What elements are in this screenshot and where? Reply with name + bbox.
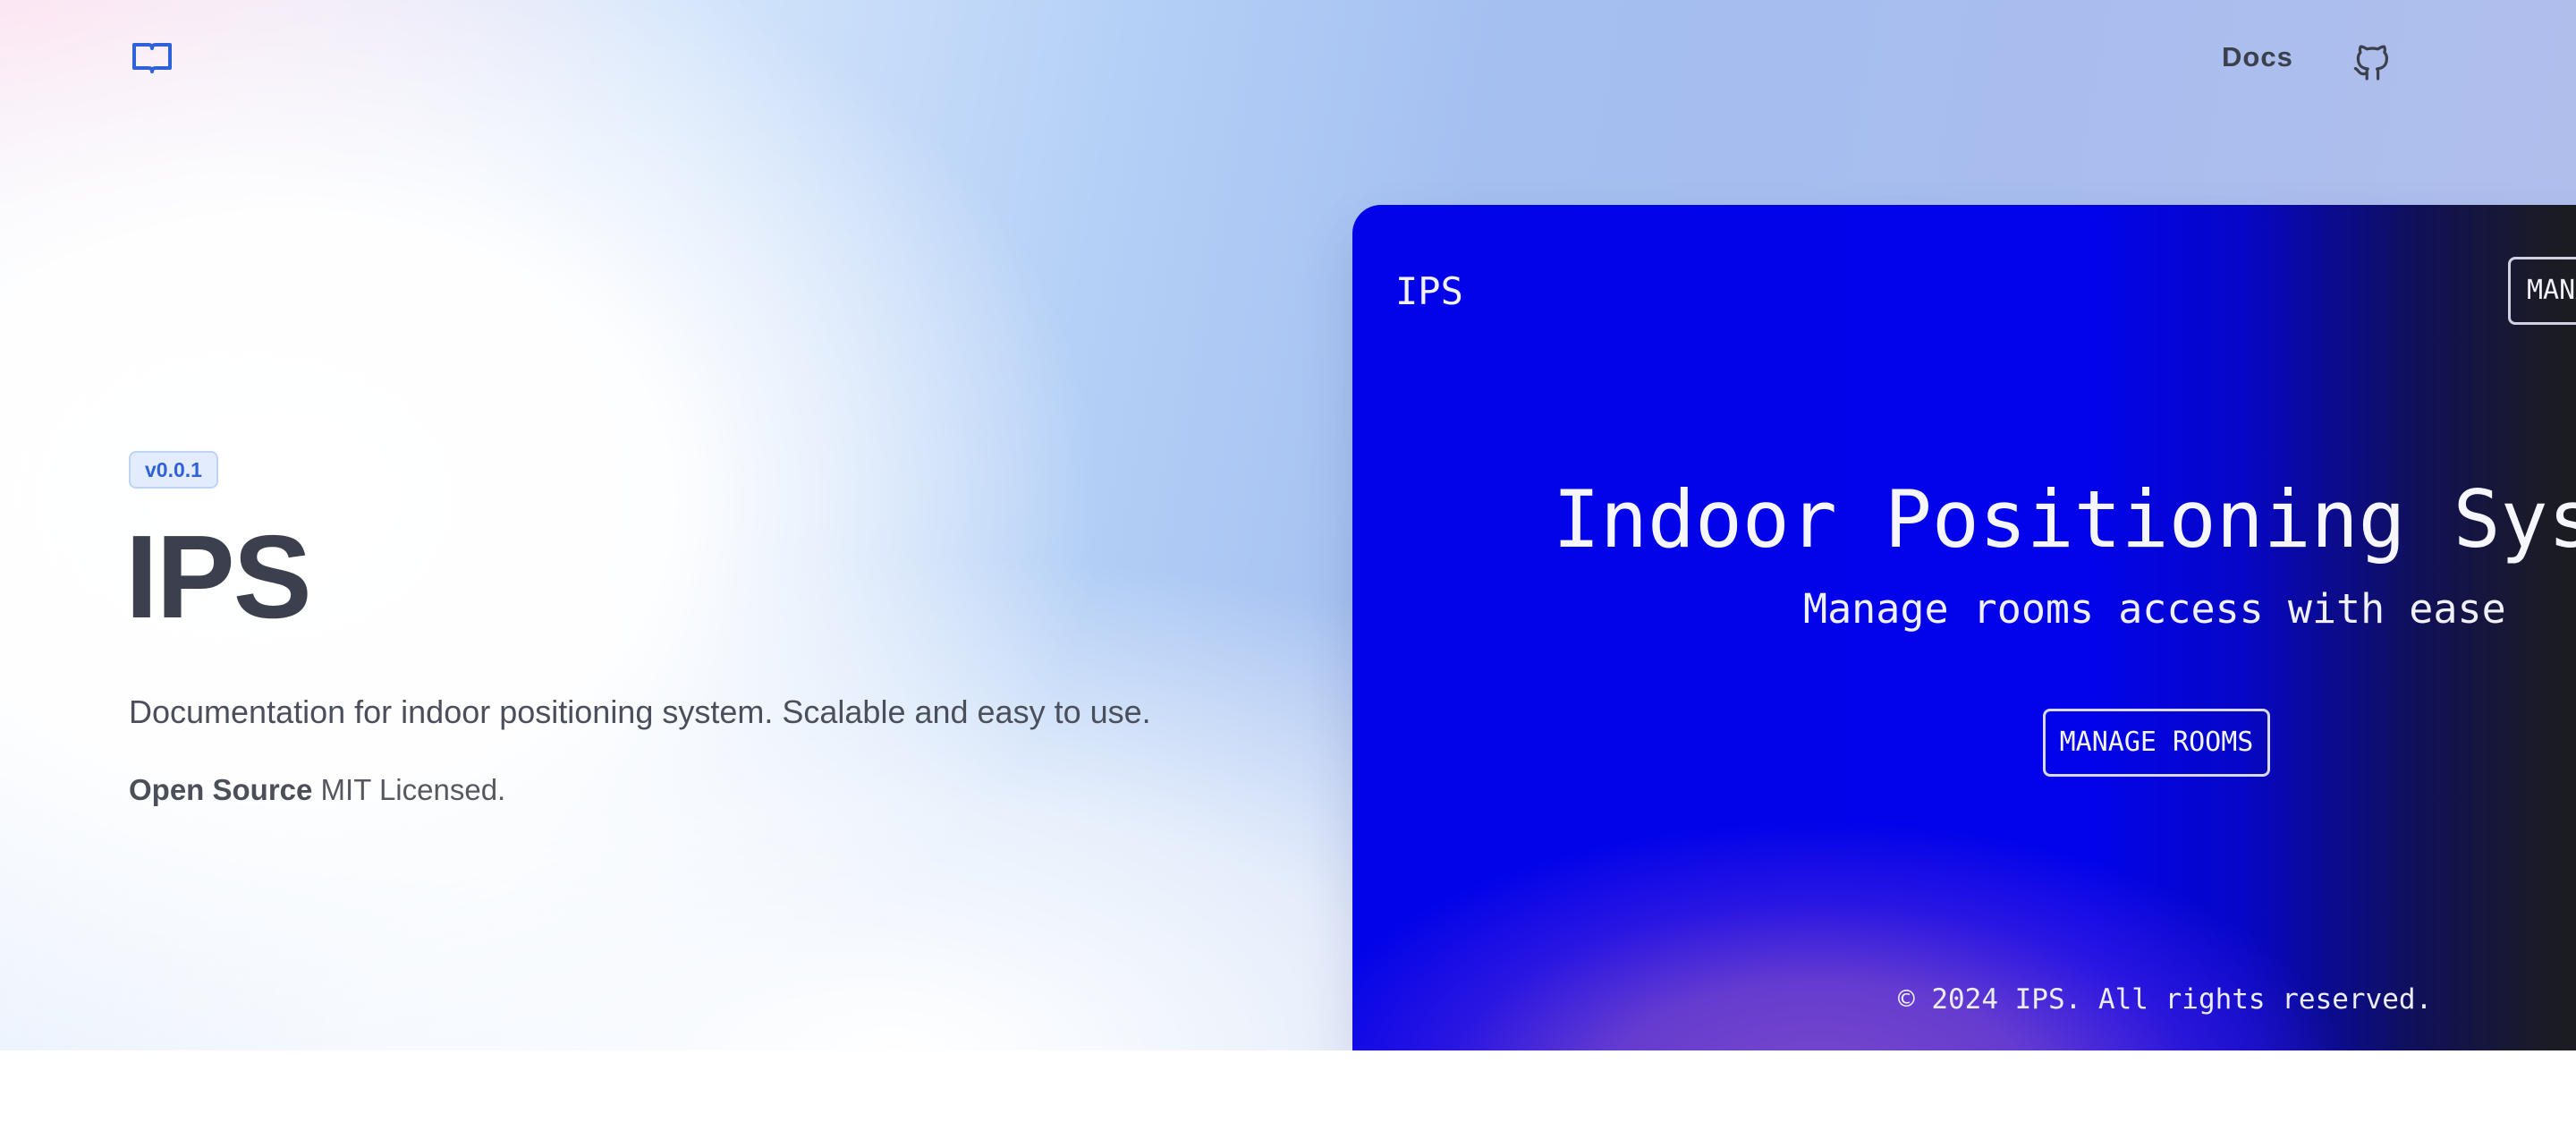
license-bold: Open Source [129, 773, 313, 806]
preview-subtitle: Manage rooms access with ease [1803, 585, 2506, 633]
preview-brand: IPS [1395, 269, 1463, 313]
preview-cta-button: MANAGE ROOMS [2043, 709, 2270, 777]
license-rest: MIT Licensed. [312, 773, 506, 806]
hero-section: Docs v0.0.1 IPS Documentation for indoor… [0, 0, 2576, 1050]
preview-nav-button: MANAGE ROOMS [2508, 257, 2576, 325]
license-text: Open Source MIT Licensed. [129, 771, 505, 809]
nav-docs-link[interactable]: Docs [2222, 39, 2293, 75]
page-title: IPS [125, 511, 312, 642]
book-open-icon[interactable] [131, 39, 174, 75]
page: Docs v0.0.1 IPS Documentation for indoor… [0, 0, 2576, 1131]
hero-description: Documentation for indoor positioning sys… [129, 693, 1151, 730]
preview-title: Indoor Positioning System [1553, 473, 2576, 566]
github-icon[interactable] [2351, 32, 2394, 81]
version-badge: v0.0.1 [129, 451, 218, 489]
preview-footer: © 2024 IPS. All rights reserved. [1898, 983, 2433, 1016]
app-preview-screenshot: IPS MANAGE ROOMS Indoor Positioning Syst… [1352, 205, 2576, 1050]
